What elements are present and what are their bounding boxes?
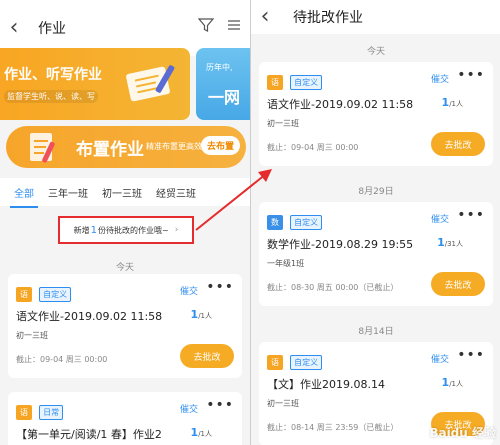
submission-count: 1/31人 — [437, 236, 463, 249]
homework-card[interactable]: 语 自定义 催交 ••• 语文作业-2019.09.02 11:58 1/1人 … — [259, 62, 493, 166]
tab-class-trade-3[interactable]: 经贸三班 — [156, 185, 196, 200]
more-icon[interactable]: ••• — [457, 207, 485, 223]
date-separator: 今天 — [115, 263, 134, 273]
type-badge: 自定义 — [290, 75, 323, 90]
watermark: Baidu 经验 — [429, 426, 496, 440]
tab-class-1-3[interactable]: 初一三班 — [102, 185, 142, 200]
urge-button[interactable]: 催交 — [431, 352, 449, 365]
subject-badge: 数 — [267, 215, 283, 230]
back-chevron-icon[interactable]: ‹ — [251, 6, 279, 28]
assign-button[interactable]: 去布置 — [200, 136, 240, 155]
urge-button[interactable]: 催交 — [180, 402, 198, 415]
total-count: /1人 — [449, 380, 463, 388]
date-separator: 8月29日 — [358, 187, 394, 197]
subject-badge: 语 — [16, 405, 32, 420]
deadline: 截止：08-30 周五 00:00（已截止） — [267, 283, 399, 292]
type-badge: 自定义 — [290, 215, 323, 230]
tab-class-3-1[interactable]: 三年一班 — [48, 185, 88, 200]
type-badge: 自定义 — [39, 287, 72, 302]
deadline: 截止：08-14 周三 23:59（已截止） — [267, 423, 399, 432]
homework-name: 数学作业-2019.08.29 19:55 — [267, 238, 414, 251]
homework-name: 语文作业-2019.09.02 11:58 — [267, 98, 414, 111]
class-name: 一年级1班 — [267, 259, 305, 268]
submitted-count: 1 — [437, 236, 445, 249]
more-icon[interactable]: ••• — [206, 279, 234, 295]
total-count: /1人 — [198, 430, 212, 438]
deadline: 截止：09-04 周三 00:00 — [267, 143, 359, 152]
top-bar: ‹ 待批改作业 — [251, 0, 500, 34]
filter-icon[interactable] — [198, 17, 214, 33]
page-title: 作业 — [38, 21, 66, 37]
homework-card[interactable]: 语 日常 催交 ••• 【第一单元/阅读/1 春】作业2 1/1人 — [8, 392, 242, 445]
subject-badge: 语 — [267, 355, 283, 370]
grade-button[interactable]: 去批改 — [431, 272, 485, 296]
homework-name: 语文作业-2019.09.02 11:58 — [16, 310, 163, 323]
page-title: 待批改作业 — [293, 10, 363, 26]
more-icon[interactable]: ••• — [457, 67, 485, 83]
banner-title: 作业、听写作业 — [4, 67, 102, 83]
grade-button[interactable]: 去批改 — [180, 344, 234, 368]
homework-screen: ‹ 作业 作业、听写作业 监督学生听、说、读、写 历年中, 一网 布置作业 精准… — [0, 0, 250, 445]
dictation-banner[interactable]: 作业、听写作业 监督学生听、说、读、写 — [0, 48, 190, 120]
total-count: /1人 — [449, 100, 463, 108]
banner-title: 一网 — [208, 88, 241, 107]
pending-grading-notice[interactable]: 新增 1 份待批改的作业哦~ › — [58, 216, 194, 244]
banner-subtitle: 历年中, — [206, 63, 233, 72]
notice-prefix: 新增 — [73, 225, 90, 235]
banner-subtitle: 监督学生听、说、读、写 — [4, 90, 98, 103]
subject-badge: 语 — [16, 287, 32, 302]
date-separator: 8月14日 — [358, 327, 394, 337]
submission-count: 1/1人 — [442, 376, 463, 389]
homework-name: 【第一单元/阅读/1 春】作业2 — [16, 428, 162, 441]
type-badge: 日常 — [39, 405, 64, 420]
class-tabs: 全部 三年一班 初一三班 经贸三班 — [0, 178, 250, 208]
total-count: /31人 — [444, 240, 463, 248]
pending-grading-screen: ‹ 待批改作业 今天 语 自定义 催交 ••• 语文作业-2019.09.02 … — [250, 0, 500, 445]
class-name: 初一三班 — [267, 399, 299, 408]
class-name: 初一三班 — [16, 331, 48, 340]
assign-title: 布置作业 — [76, 140, 144, 160]
submission-count: 1/1人 — [191, 308, 212, 321]
type-badge: 自定义 — [290, 355, 323, 370]
assign-subtitle: 精准布置更高效 — [146, 142, 202, 151]
tab-all[interactable]: 全部 — [10, 185, 38, 208]
grade-button[interactable]: 去批改 — [431, 132, 485, 156]
subject-badge: 语 — [267, 75, 283, 90]
class-name: 初一三班 — [267, 119, 299, 128]
notice-suffix: 份待批改的作业哦~ — [98, 225, 169, 235]
menu-icon[interactable] — [226, 17, 242, 33]
more-icon[interactable]: ••• — [206, 397, 234, 413]
back-chevron-icon[interactable]: ‹ — [0, 17, 28, 39]
urge-button[interactable]: 催交 — [431, 212, 449, 225]
date-separator: 今天 — [366, 47, 385, 57]
urge-button[interactable]: 催交 — [180, 284, 198, 297]
book-illustration-icon — [126, 65, 175, 102]
urge-button[interactable]: 催交 — [431, 72, 449, 85]
total-count: /1人 — [198, 312, 212, 320]
chevron-right-icon: › — [174, 225, 179, 235]
homework-card[interactable]: 语 自定义 催交 ••• 语文作业-2019.09.02 11:58 1/1人 … — [8, 274, 242, 378]
deadline: 截止：09-04 周三 00:00 — [16, 355, 108, 364]
clipboard-icon — [30, 133, 55, 163]
homework-card[interactable]: 数 自定义 催交 ••• 数学作业-2019.08.29 19:55 1/31人… — [259, 202, 493, 306]
past-papers-banner[interactable]: 历年中, 一网 — [196, 48, 250, 120]
homework-name: 【文】作业2019.08.14 — [267, 378, 385, 391]
notice-count: 1 — [90, 224, 98, 236]
more-icon[interactable]: ••• — [457, 347, 485, 363]
submission-count: 1/1人 — [442, 96, 463, 109]
submission-count: 1/1人 — [191, 426, 212, 439]
assign-homework-banner[interactable]: 布置作业 精准布置更高效 去布置 — [6, 126, 246, 168]
